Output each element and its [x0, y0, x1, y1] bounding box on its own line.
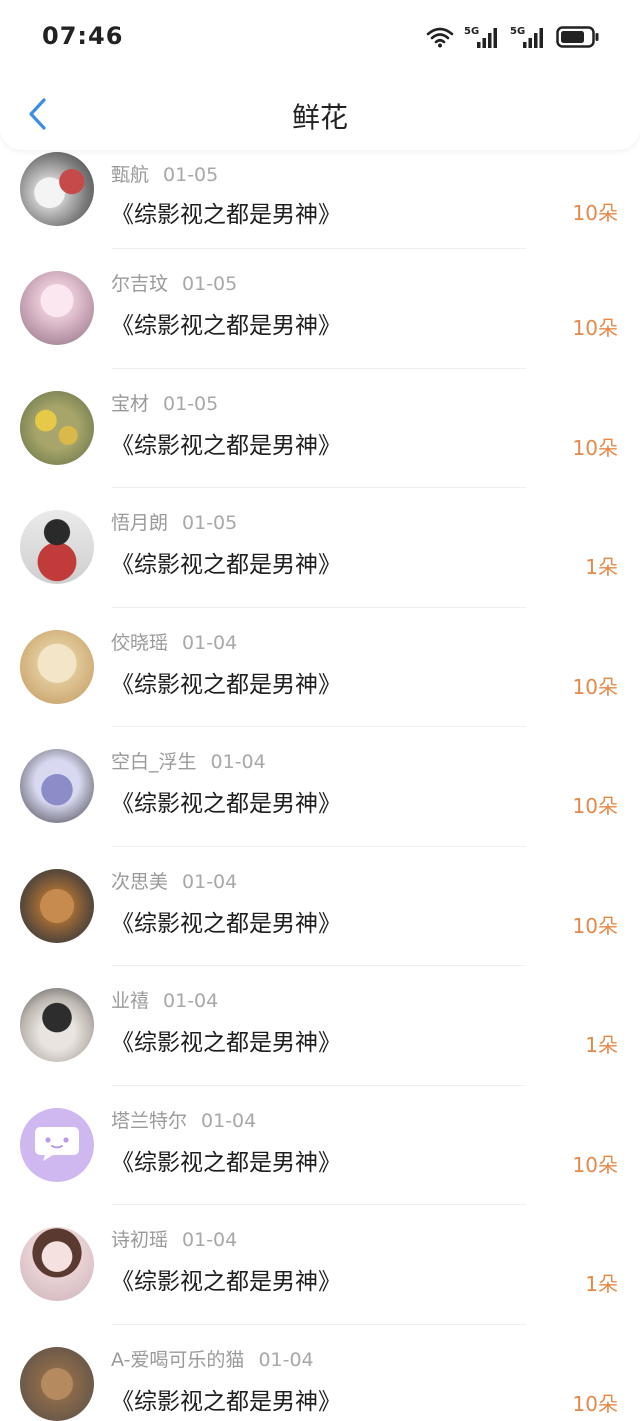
flower-count: 10朵 [572, 794, 618, 818]
book-title: 《综影视之都是男神》 [111, 202, 341, 228]
svg-text:5G: 5G [510, 26, 525, 37]
book-title: 《综影视之都是男神》 [111, 1269, 341, 1295]
item-date: 01-04 [182, 870, 238, 893]
avatar[interactable] [20, 390, 94, 465]
signal-5g-icon: 5G [464, 24, 500, 54]
title-bar: 鲜花 [0, 88, 640, 144]
avatar[interactable] [20, 749, 94, 823]
flower-count: 10朵 [572, 913, 618, 938]
user-name: 业禧 [111, 990, 150, 1012]
list-item[interactable]: 悟月朗 01-05 《综影视之都是男神》 1朵 [0, 488, 640, 608]
flower-count: 1朵 [585, 1033, 618, 1057]
list-item[interactable]: A-爱喝可乐的猫 01-04 《综影视之都是男神》 10朵 [0, 1325, 640, 1421]
user-name: 诗初瑶 [111, 1229, 169, 1251]
item-date: 01-04 [201, 1109, 257, 1132]
flower-count: 10朵 [572, 435, 618, 460]
item-date: 01-04 [258, 1348, 314, 1371]
item-date: 01-05 [182, 273, 238, 295]
user-name: 宝材 [111, 392, 150, 415]
avatar[interactable] [20, 868, 94, 943]
item-meta: 悟月朗 01-05 [111, 508, 237, 535]
book-title: 《综影视之都是男神》 [111, 1388, 341, 1415]
item-date: 01-04 [182, 631, 238, 654]
avatar[interactable] [20, 152, 94, 226]
item-meta: 业禧 01-04 [111, 986, 218, 1013]
signal-5g-icon: 5G [510, 24, 546, 54]
status-bar: 07:46 5G 5G [0, 0, 640, 80]
item-meta: 甄航 01-05 [111, 160, 218, 187]
page-title: 鲜花 [291, 101, 348, 134]
item-date: 01-04 [182, 1229, 238, 1251]
list-item[interactable]: 宝材 01-05 《综影视之都是男神》 10朵 [0, 369, 640, 488]
list-item[interactable]: 业禧 01-04 《综影视之都是男神》 1朵 [0, 966, 640, 1086]
battery-icon [556, 25, 600, 53]
item-date: 01-05 [163, 392, 219, 415]
status-time: 07:46 [42, 22, 124, 50]
avatar[interactable] [20, 1346, 94, 1421]
user-name: A-爱喝可乐的猫 [111, 1348, 245, 1371]
book-title: 《综影视之都是男神》 [111, 1030, 341, 1056]
item-date: 01-05 [182, 512, 238, 534]
flower-count: 1朵 [585, 1272, 618, 1296]
screen: 07:46 5G 5G 鲜花 甄航 01-05 《综影视之都是男神》 10朵 尔… [0, 0, 640, 1421]
flower-count: 1朵 [585, 555, 618, 579]
book-title: 《综影视之都是男神》 [111, 671, 341, 698]
list-item[interactable]: 佼晓瑶 01-04 《综影视之都是男神》 10朵 [0, 608, 640, 727]
book-title: 《综影视之都是男神》 [111, 910, 341, 937]
item-date: 01-04 [210, 751, 266, 773]
svg-text:5G: 5G [464, 26, 479, 37]
book-title: 《综影视之都是男神》 [111, 313, 341, 339]
avatar[interactable] [20, 510, 94, 584]
item-meta: 尔吉玟 01-05 [111, 269, 237, 296]
flower-count: 10朵 [572, 316, 618, 340]
item-meta: 诗初瑶 01-04 [111, 1225, 237, 1252]
avatar[interactable] [20, 629, 94, 704]
item-meta: 佼晓瑶 01-04 [111, 628, 237, 655]
flower-count: 10朵 [572, 201, 618, 225]
book-title: 《综影视之都是男神》 [111, 552, 341, 578]
user-name: 塔兰特尔 [111, 1109, 188, 1132]
user-name: 佼晓瑶 [111, 631, 169, 654]
item-meta: A-爱喝可乐的猫 01-04 [111, 1345, 314, 1372]
list-item[interactable]: 次思美 01-04 《综影视之都是男神》 10朵 [0, 847, 640, 966]
item-meta: 空白_浮生 01-04 [111, 747, 266, 774]
user-name: 空白_浮生 [111, 751, 197, 773]
flower-count: 10朵 [572, 674, 618, 699]
flower-count: 10朵 [572, 1391, 618, 1416]
item-date: 01-04 [163, 990, 219, 1012]
user-name: 次思美 [111, 870, 169, 893]
item-meta: 塔兰特尔 01-04 [111, 1106, 256, 1133]
book-title: 《综影视之都是男神》 [111, 1149, 341, 1176]
flower-list: 甄航 01-05 《综影视之都是男神》 10朵 尔吉玟 01-05 《综影视之都是男… [0, 150, 640, 1421]
avatar[interactable] [20, 1107, 94, 1182]
list-item[interactable]: 尔吉玟 01-05 《综影视之都是男神》 10朵 [0, 249, 640, 369]
list-item[interactable]: 空白_浮生 01-04 《综影视之都是男神》 10朵 [0, 727, 640, 847]
item-meta: 宝材 01-05 [111, 389, 218, 416]
wifi-icon [426, 26, 454, 52]
header: 07:46 5G 5G 鲜花 [0, 0, 640, 150]
chat-bubble-icon [33, 1123, 81, 1167]
avatar[interactable] [20, 271, 94, 345]
list-item[interactable]: 塔兰特尔 01-04 《综影视之都是男神》 10朵 [0, 1086, 640, 1205]
status-icons: 5G 5G [426, 24, 600, 54]
item-date: 01-05 [163, 164, 219, 186]
book-title: 《综影视之都是男神》 [111, 432, 341, 459]
user-name: 悟月朗 [111, 512, 169, 534]
flower-count: 10朵 [572, 1152, 618, 1177]
avatar[interactable] [20, 988, 94, 1062]
list-item[interactable]: 诗初瑶 01-04 《综影视之都是男神》 1朵 [0, 1205, 640, 1325]
book-title: 《综影视之都是男神》 [111, 791, 341, 817]
user-name: 甄航 [111, 164, 150, 186]
user-name: 尔吉玟 [111, 273, 169, 295]
list-item[interactable]: 甄航 01-05 《综影视之都是男神》 10朵 [0, 150, 640, 249]
item-meta: 次思美 01-04 [111, 867, 237, 894]
avatar[interactable] [20, 1227, 94, 1301]
